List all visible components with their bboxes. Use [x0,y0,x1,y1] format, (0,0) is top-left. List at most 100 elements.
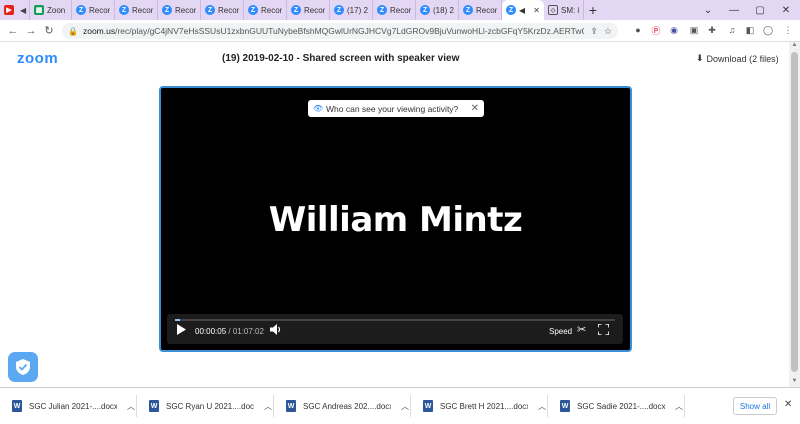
browser-tab[interactable]: Z (17) 2 [330,0,373,20]
word-doc-icon: W [12,400,22,412]
zoom-icon: Z [463,5,473,15]
word-doc-icon: W [560,400,570,412]
zoom-icon: Z [76,5,86,15]
share-icon[interactable]: ⇪ [590,26,598,37]
download-button[interactable]: ⬇ Download (2 files) [696,53,779,64]
word-doc-icon: W [423,400,433,412]
speed-button[interactable]: Speed [549,327,572,336]
tab-label: Recor [89,5,110,15]
duration: 01:07:02 [232,327,264,336]
tab-search-icon[interactable]: ⌄ [696,0,720,20]
tab-label: (17) 2 [347,5,368,15]
close-icon[interactable]: ✕ [784,399,792,410]
browser-tab[interactable]: Z Recor [72,0,115,20]
chevron-up-icon[interactable]: ︿ [127,401,135,412]
media-control-icon[interactable]: ♫ [726,24,738,36]
scroll-up-icon[interactable]: ▲ [789,42,800,50]
download-item[interactable]: W SGC Sadie 2021-....docx ︿ [560,388,683,424]
download-filename: SGC Sadie 2021-....docx [577,401,665,411]
back-icon[interactable]: ← [4,20,22,42]
browser-tab[interactable]: Z Recor [201,0,244,20]
download-item[interactable]: W SGC Brett H 2021....docx ︿ [423,388,546,424]
viewer-icon: 👁 [313,103,324,113]
side-panel-icon[interactable]: ◧ [744,24,756,36]
bookmark-star-icon[interactable]: ☆ [604,26,612,37]
reload-icon[interactable]: ↻ [40,20,58,42]
time-separator: / [226,327,233,336]
video-player[interactable]: 👁 Who can see your viewing activity? ✕ W… [159,86,632,352]
close-window-icon[interactable]: ✕ [774,0,798,20]
divider [273,395,274,417]
browser-tab[interactable]: Z Recor [287,0,330,20]
youtube-icon: ▶ [4,5,14,15]
browser-tab[interactable]: ▶ (7 ◀ [0,0,30,20]
clip-scissors-icon[interactable]: ✂ [577,323,586,336]
new-tab-button[interactable]: + [584,0,602,20]
zoom-icon: Z [377,5,387,15]
download-label: Download (2 files) [706,53,779,64]
close-icon[interactable]: ✕ [471,103,479,114]
tab-label: Recor [476,5,497,15]
scrollbar-thumb[interactable] [791,52,798,372]
browser-tab[interactable]: Z Recor [373,0,416,20]
download-item[interactable]: W SGC Julian 2021-....docx ︿ [12,388,135,424]
tab-label: Recor [390,5,411,15]
viewing-activity-notice[interactable]: 👁 Who can see your viewing activity? ✕ [308,100,484,117]
chevron-up-icon[interactable]: ︿ [401,401,409,412]
url-text: zoom.us/rec/play/gC4jNV7eHsSSUsU1zxbnGUU… [83,26,584,36]
chevron-up-icon[interactable]: ︿ [538,401,546,412]
zoom-icon: Z [506,5,516,15]
tab-label: SM: 8 [561,5,579,15]
show-all-button[interactable]: Show all [733,397,777,415]
browser-tab[interactable]: Z Recor [158,0,201,20]
player-controls: 00:00:05 / 01:07:02 Speed ✂ [167,314,623,344]
profile-avatar-icon[interactable]: ◯ [762,24,774,36]
chevron-up-icon[interactable]: ︿ [264,401,272,412]
shield-icon: ◇ [548,5,558,15]
extension-icon[interactable]: ◉ [668,24,680,36]
browser-tab[interactable]: Z Recor [244,0,287,20]
zoom-icon: Z [420,5,430,15]
tab-label: Recor [261,5,282,15]
divider [410,395,411,417]
menu-kebab-icon[interactable]: ⋮ [782,24,794,36]
chevron-up-icon[interactable]: ︿ [675,401,683,412]
play-icon[interactable] [176,324,186,335]
download-item[interactable]: W SGC Ryan U 2021....docx ︿ [149,388,272,424]
progress-bar[interactable] [175,319,615,321]
zoom-header: zoom (19) 2019-02-10 - Shared screen wit… [0,42,800,76]
browser-tab-active[interactable]: Z ◀ ✕ [502,0,544,20]
browser-tab-strip: ▶ (7 ◀ ▦ Zoon Z Recor Z Recor Z Recor Z … [0,0,800,20]
zoom-icon: Z [205,5,215,15]
extension-bulb-icon[interactable]: ● [632,24,644,36]
speaker-icon: ◀ [20,5,27,15]
zoom-logo[interactable]: zoom [17,50,58,67]
time-display: 00:00:05 / 01:07:02 [195,327,264,336]
zoom-icon: Z [162,5,172,15]
page-title: (19) 2019-02-10 - Shared screen with spe… [222,53,460,64]
fullscreen-icon[interactable] [598,324,609,335]
forward-icon[interactable]: → [22,20,40,42]
scroll-down-icon[interactable]: ▼ [789,378,800,386]
browser-tab[interactable]: ◇ SM: 8 [544,0,584,20]
browser-tab[interactable]: ▦ Zoon [30,0,72,20]
maximize-icon[interactable]: ▢ [748,0,772,20]
page-scrollbar[interactable]: ▲ ▼ [789,42,800,387]
browser-tab[interactable]: Z (18) 2 [416,0,459,20]
minimize-icon[interactable]: — [722,0,746,20]
url-host: zoom.us [82,26,116,36]
zoom-icon: Z [291,5,301,15]
browser-tab[interactable]: Z Recor [459,0,502,20]
volume-icon[interactable] [270,324,282,335]
tab-label: Recor [175,5,196,15]
browser-tab[interactable]: Z Recor [115,0,158,20]
divider [547,395,548,417]
close-tab-icon[interactable]: ✕ [530,6,540,15]
tab-label: (18) 2 [433,5,454,15]
extension-square-icon[interactable]: ▣ [688,24,700,36]
puzzle-icon[interactable]: ✚ [706,24,718,36]
security-shield-icon[interactable] [8,352,38,382]
address-bar[interactable]: 🔒 zoom.us/rec/play/gC4jNV7eHsSSUsU1zxbnG… [62,23,618,39]
pinterest-icon[interactable]: Ⓟ [650,24,662,36]
download-item[interactable]: W SGC Andreas 202....docx ︿ [286,388,409,424]
